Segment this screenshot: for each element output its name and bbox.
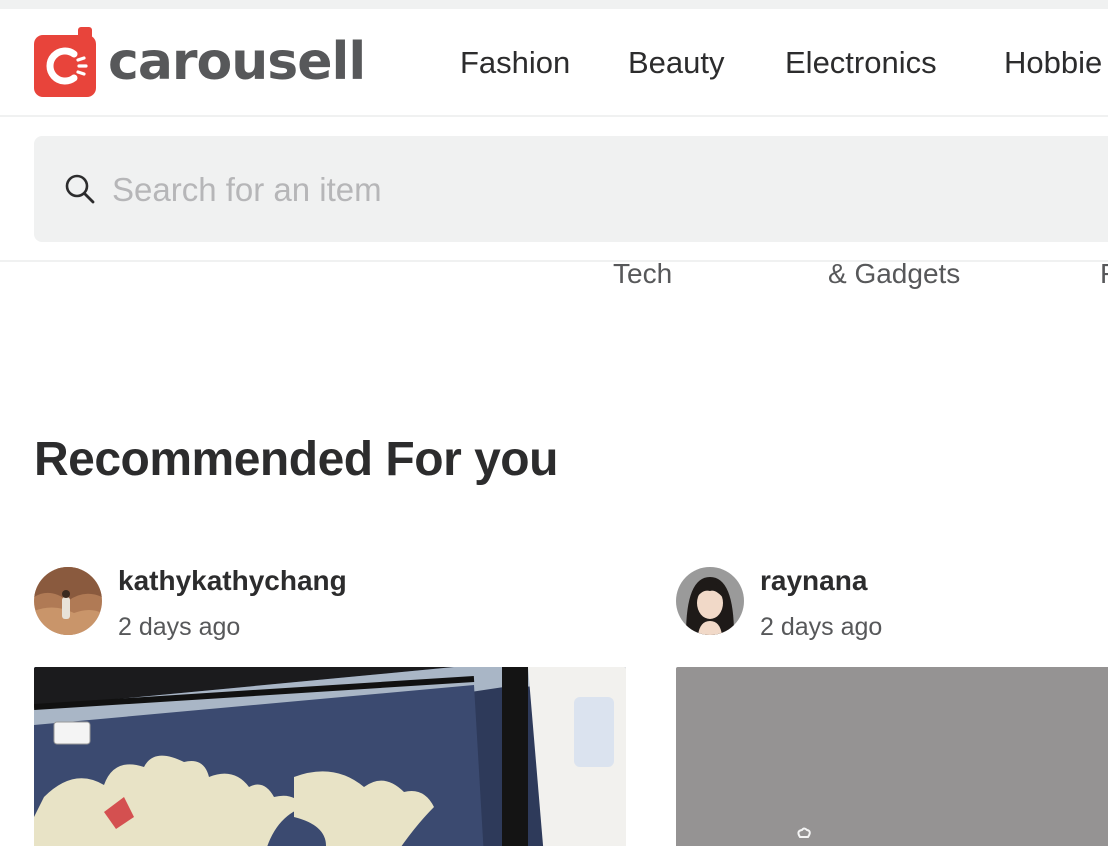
seller-name[interactable]: raynana xyxy=(760,565,867,597)
avatar[interactable] xyxy=(676,567,744,635)
avatar-photo xyxy=(34,567,102,635)
listing-time: 2 days ago xyxy=(760,613,883,641)
listing-image[interactable] xyxy=(34,667,626,846)
category-label-partial[interactable]: F xyxy=(1100,258,1108,290)
seller-name[interactable]: kathykathychang xyxy=(118,565,347,597)
search-bar-section xyxy=(0,117,1108,262)
category-label-tech[interactable]: Tech xyxy=(613,258,672,290)
category-nav: Fashion Beauty Electronics Hobbie xyxy=(0,45,1108,85)
listing-photo xyxy=(34,667,626,846)
site-header: carousell Fashion Beauty Electronics Hob… xyxy=(0,9,1108,117)
search-box[interactable] xyxy=(34,136,1108,242)
nav-item-hobbies[interactable]: Hobbie xyxy=(1004,45,1102,81)
top-strip xyxy=(0,0,1108,9)
listing-image[interactable] xyxy=(676,667,1108,846)
nav-item-beauty[interactable]: Beauty xyxy=(628,45,725,81)
search-icon xyxy=(65,174,95,204)
nav-item-fashion[interactable]: Fashion xyxy=(460,45,570,81)
category-label-gadgets[interactable]: & Gadgets xyxy=(828,258,960,290)
section-title: Recommended For you xyxy=(34,433,558,486)
search-input[interactable] xyxy=(112,164,1012,216)
nav-item-electronics[interactable]: Electronics xyxy=(785,45,937,81)
listing-photo xyxy=(676,667,1108,846)
avatar-photo xyxy=(676,567,744,635)
listing-time: 2 days ago xyxy=(118,613,241,641)
avatar[interactable] xyxy=(34,567,102,635)
